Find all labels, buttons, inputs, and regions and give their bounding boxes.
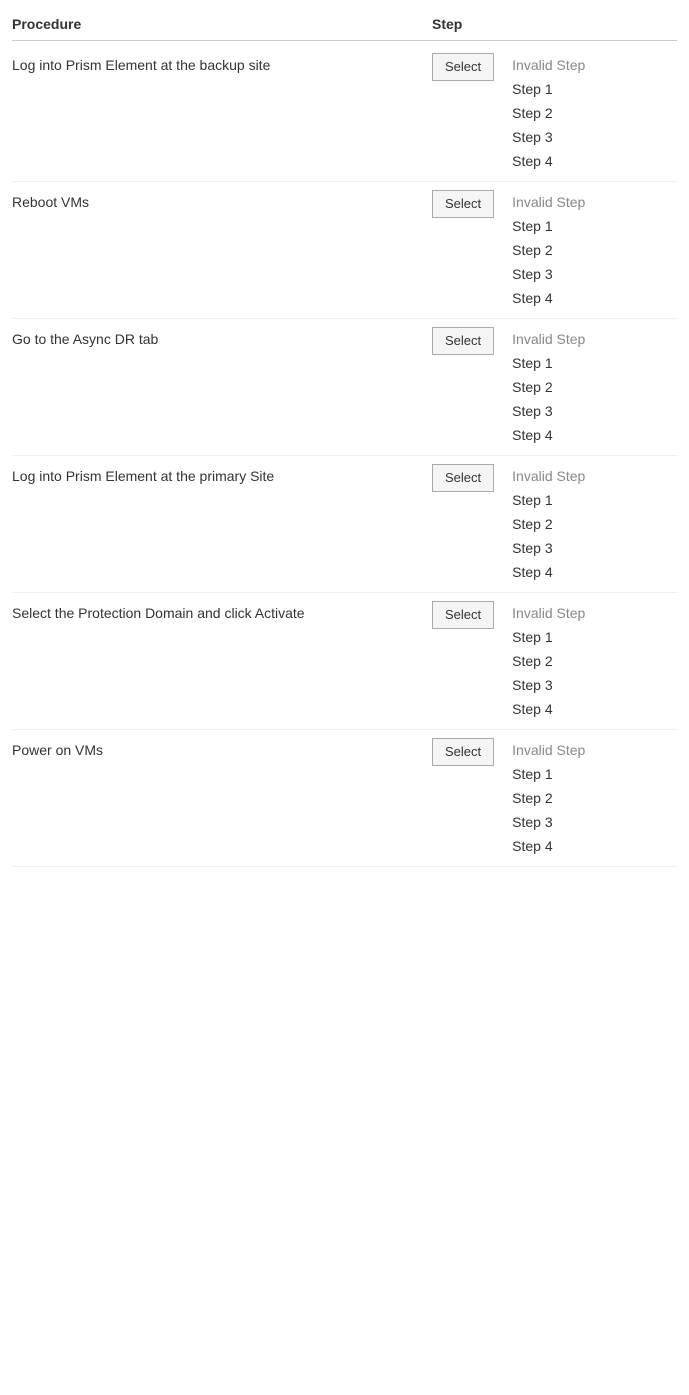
step-column: Select Invalid StepStep 1Step 2Step 3Step…: [432, 327, 677, 447]
step-column: Select Invalid StepStep 1Step 2Step 3Step…: [432, 738, 677, 858]
procedure-label: Log into Prism Element at the primary Si…: [12, 464, 432, 484]
list-item[interactable]: Step 3: [504, 673, 593, 697]
select-button[interactable]: Select: [432, 190, 494, 218]
list-item[interactable]: Step 1: [504, 214, 593, 238]
procedure-label: Reboot VMs: [12, 190, 432, 210]
list-item[interactable]: Step 2: [504, 238, 593, 262]
select-button[interactable]: Select: [432, 601, 494, 629]
step-list: Invalid StepStep 1Step 2Step 3Step 4: [504, 601, 593, 721]
list-item[interactable]: Step 4: [504, 286, 593, 310]
header-procedure: Procedure: [12, 16, 432, 32]
procedure-label: Power on VMs: [12, 738, 432, 758]
select-button[interactable]: Select: [432, 53, 494, 81]
procedure-label: Log into Prism Element at the backup sit…: [12, 53, 432, 73]
list-item[interactable]: Step 1: [504, 762, 593, 786]
table-row: Power on VMsSelectInvalid StepStep 1Step…: [12, 730, 677, 867]
list-item[interactable]: Step 1: [504, 625, 593, 649]
table-header: Procedure Step: [12, 16, 677, 41]
step-list: Invalid StepStep 1Step 2Step 3Step 4: [504, 327, 593, 447]
list-item[interactable]: Step 3: [504, 125, 593, 149]
step-column: Select Invalid StepStep 1Step 2Step 3Step…: [432, 190, 677, 310]
list-item[interactable]: Step 2: [504, 649, 593, 673]
step-list: Invalid StepStep 1Step 2Step 3Step 4: [504, 464, 593, 584]
table-row: Reboot VMsSelect Invalid StepStep 1Step 2…: [12, 182, 677, 319]
list-item[interactable]: Invalid Step: [504, 327, 593, 351]
list-item[interactable]: Step 3: [504, 536, 593, 560]
list-item[interactable]: Step 4: [504, 697, 593, 721]
rows-container: Log into Prism Element at the backup sit…: [12, 45, 677, 867]
step-column: Select Invalid StepStep 1Step 2Step 3Step…: [432, 464, 677, 584]
table-row: Select the Protection Domain and click A…: [12, 593, 677, 730]
list-item[interactable]: Step 3: [504, 810, 593, 834]
select-button[interactable]: Select: [432, 464, 494, 492]
list-item[interactable]: Step 1: [504, 351, 593, 375]
main-container: Procedure Step Log into Prism Element at…: [0, 0, 689, 883]
list-item[interactable]: Invalid Step: [504, 601, 593, 625]
list-item[interactable]: Invalid Step: [504, 464, 593, 488]
list-item[interactable]: Step 4: [504, 834, 593, 858]
step-list: Invalid StepStep 1Step 2Step 3Step 4: [504, 53, 593, 173]
list-item[interactable]: Step 2: [504, 375, 593, 399]
list-item[interactable]: Step 2: [504, 101, 593, 125]
list-item[interactable]: Step 1: [504, 77, 593, 101]
table-row: Log into Prism Element at the backup sit…: [12, 45, 677, 182]
list-item[interactable]: Invalid Step: [504, 190, 593, 214]
list-item[interactable]: Step 1: [504, 488, 593, 512]
list-item[interactable]: Step 4: [504, 149, 593, 173]
table-row: Log into Prism Element at the primary Si…: [12, 456, 677, 593]
list-item[interactable]: Step 2: [504, 786, 593, 810]
list-item[interactable]: Step 3: [504, 399, 593, 423]
list-item[interactable]: Invalid Step: [504, 738, 593, 762]
procedure-label: Go to the Async DR tab: [12, 327, 432, 347]
select-button[interactable]: Select: [432, 738, 494, 766]
procedure-label: Select the Protection Domain and click A…: [12, 601, 432, 621]
list-item[interactable]: Step 3: [504, 262, 593, 286]
step-list: Invalid StepStep 1Step 2Step 3Step 4: [504, 190, 593, 310]
step-list: Invalid StepStep 1Step 2Step 3Step 4: [504, 738, 593, 858]
step-column: Select Invalid StepStep 1Step 2Step 3Step…: [432, 601, 677, 721]
list-item[interactable]: Invalid Step: [504, 53, 593, 77]
list-item[interactable]: Step 4: [504, 560, 593, 584]
list-item[interactable]: Step 4: [504, 423, 593, 447]
select-button[interactable]: Select: [432, 327, 494, 355]
step-column: Select Invalid StepStep 1Step 2Step 3Step…: [432, 53, 677, 173]
header-step: Step: [432, 16, 677, 32]
list-item[interactable]: Step 2: [504, 512, 593, 536]
table-row: Go to the Async DR tabSelect Invalid Step…: [12, 319, 677, 456]
